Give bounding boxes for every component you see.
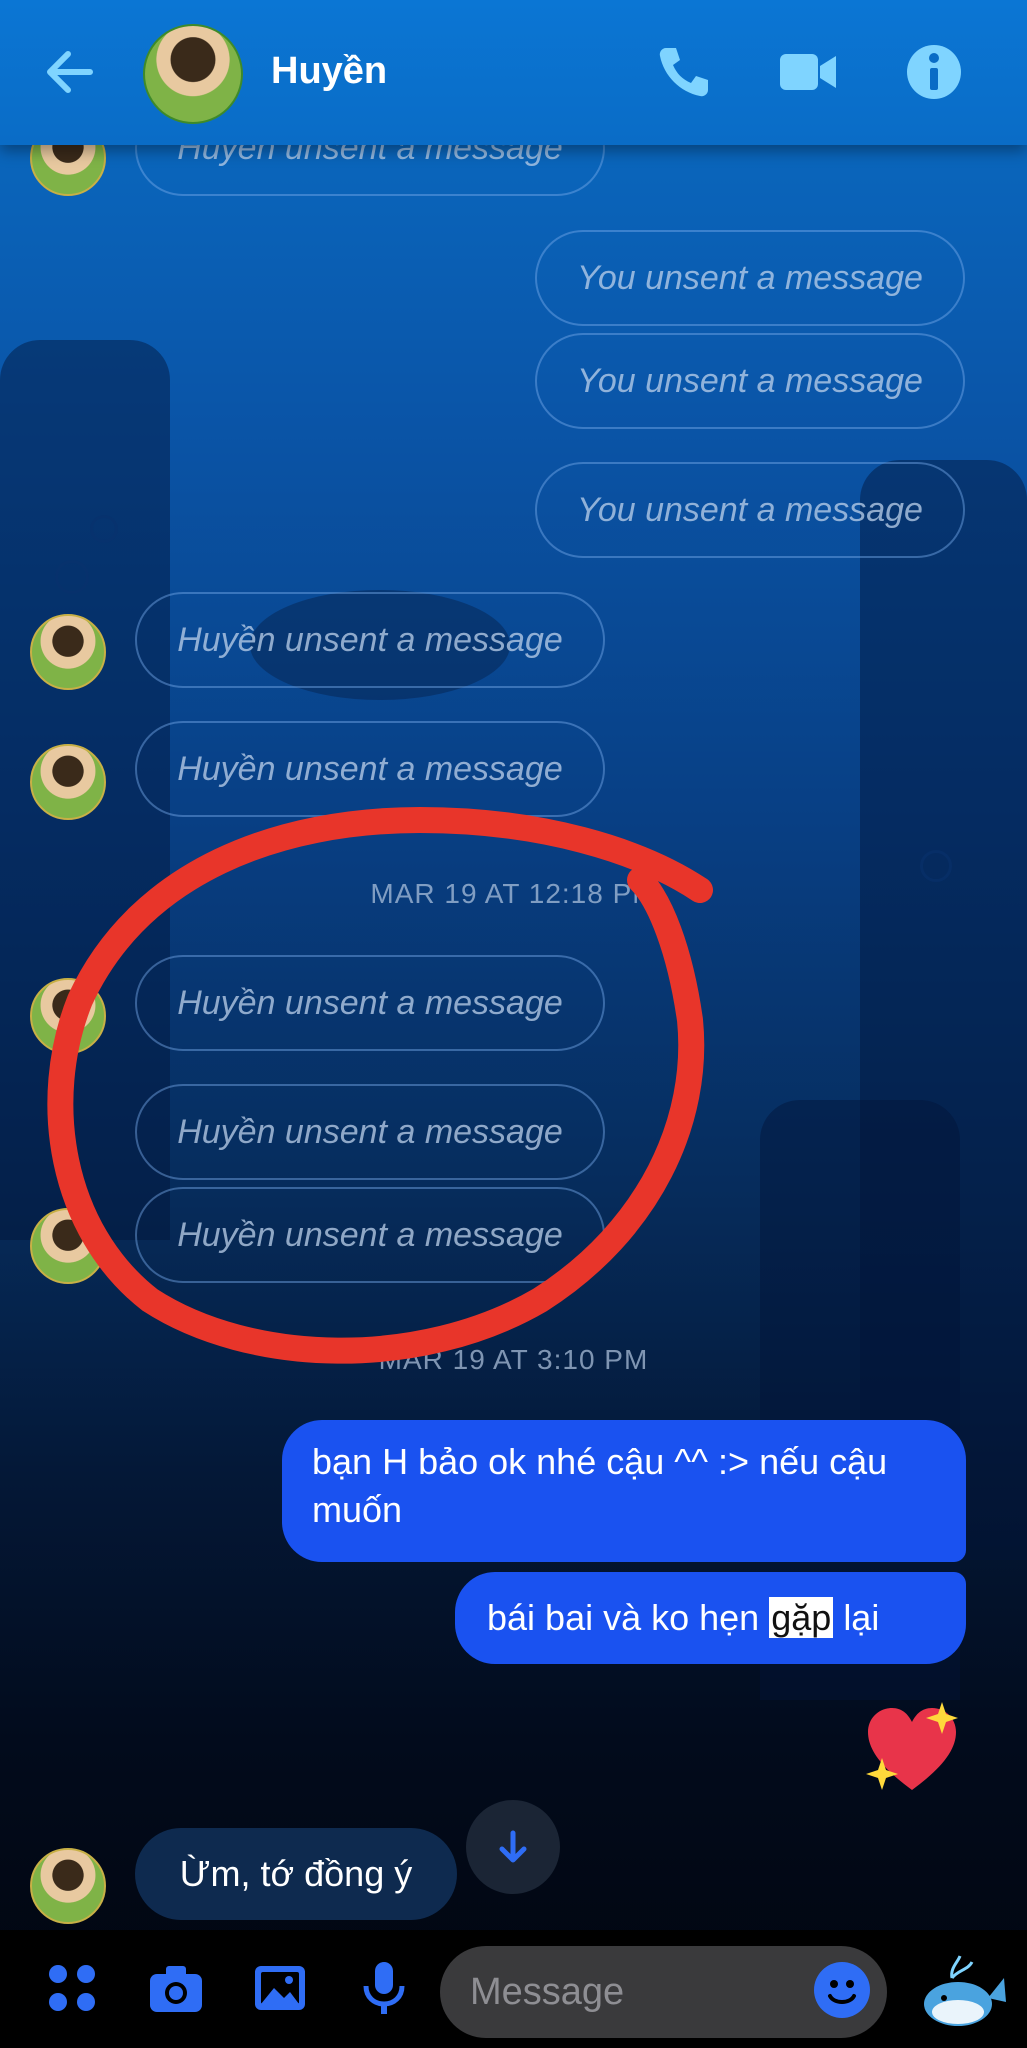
sent-message-text: bái bai và ko hẹn bbox=[487, 1597, 760, 1638]
contact-avatar[interactable] bbox=[143, 24, 243, 124]
unsent-message[interactable]: You unsent a message bbox=[535, 462, 965, 558]
microphone-icon[interactable] bbox=[356, 1960, 412, 2016]
sent-message-text: lại bbox=[843, 1597, 880, 1638]
sent-message[interactable]: bái bai và ko hẹn gặp lại bbox=[455, 1572, 966, 1664]
camera-icon[interactable] bbox=[148, 1960, 204, 2016]
gallery-icon[interactable] bbox=[252, 1960, 308, 2016]
sender-avatar[interactable] bbox=[30, 1848, 106, 1924]
background-bubble bbox=[90, 515, 118, 543]
unsent-message[interactable]: Huyền unsent a message bbox=[135, 592, 605, 688]
menu-grid-icon[interactable] bbox=[44, 1960, 100, 2016]
sender-avatar[interactable] bbox=[30, 614, 106, 690]
info-icon[interactable] bbox=[902, 40, 966, 104]
scroll-to-bottom-button[interactable] bbox=[466, 1800, 560, 1894]
contact-name[interactable]: Huyền bbox=[271, 50, 387, 93]
conversation-header: Huyền bbox=[0, 0, 1027, 145]
unsent-message[interactable]: You unsent a message bbox=[535, 333, 965, 429]
whale-sticker-icon[interactable] bbox=[918, 1948, 1008, 2038]
unsent-message[interactable]: You unsent a message bbox=[535, 230, 965, 326]
received-message[interactable]: Ừm, tớ đồng ý bbox=[135, 1828, 457, 1920]
arrow-down-icon bbox=[499, 1830, 527, 1863]
highlighted-word: gặp bbox=[769, 1597, 834, 1638]
background-bubble bbox=[55, 560, 89, 594]
phone-icon[interactable] bbox=[652, 40, 716, 104]
emoji-icon[interactable] bbox=[814, 1962, 870, 2018]
video-camera-icon[interactable] bbox=[776, 40, 840, 104]
sent-message[interactable]: bạn H bảo ok nhé cậu ^^ :> nếu cậu muốn bbox=[282, 1420, 966, 1562]
red-annotation-circle bbox=[47, 806, 713, 1364]
sparkling-heart-emoji[interactable] bbox=[862, 1698, 962, 1798]
back-arrow-icon[interactable] bbox=[40, 42, 100, 102]
